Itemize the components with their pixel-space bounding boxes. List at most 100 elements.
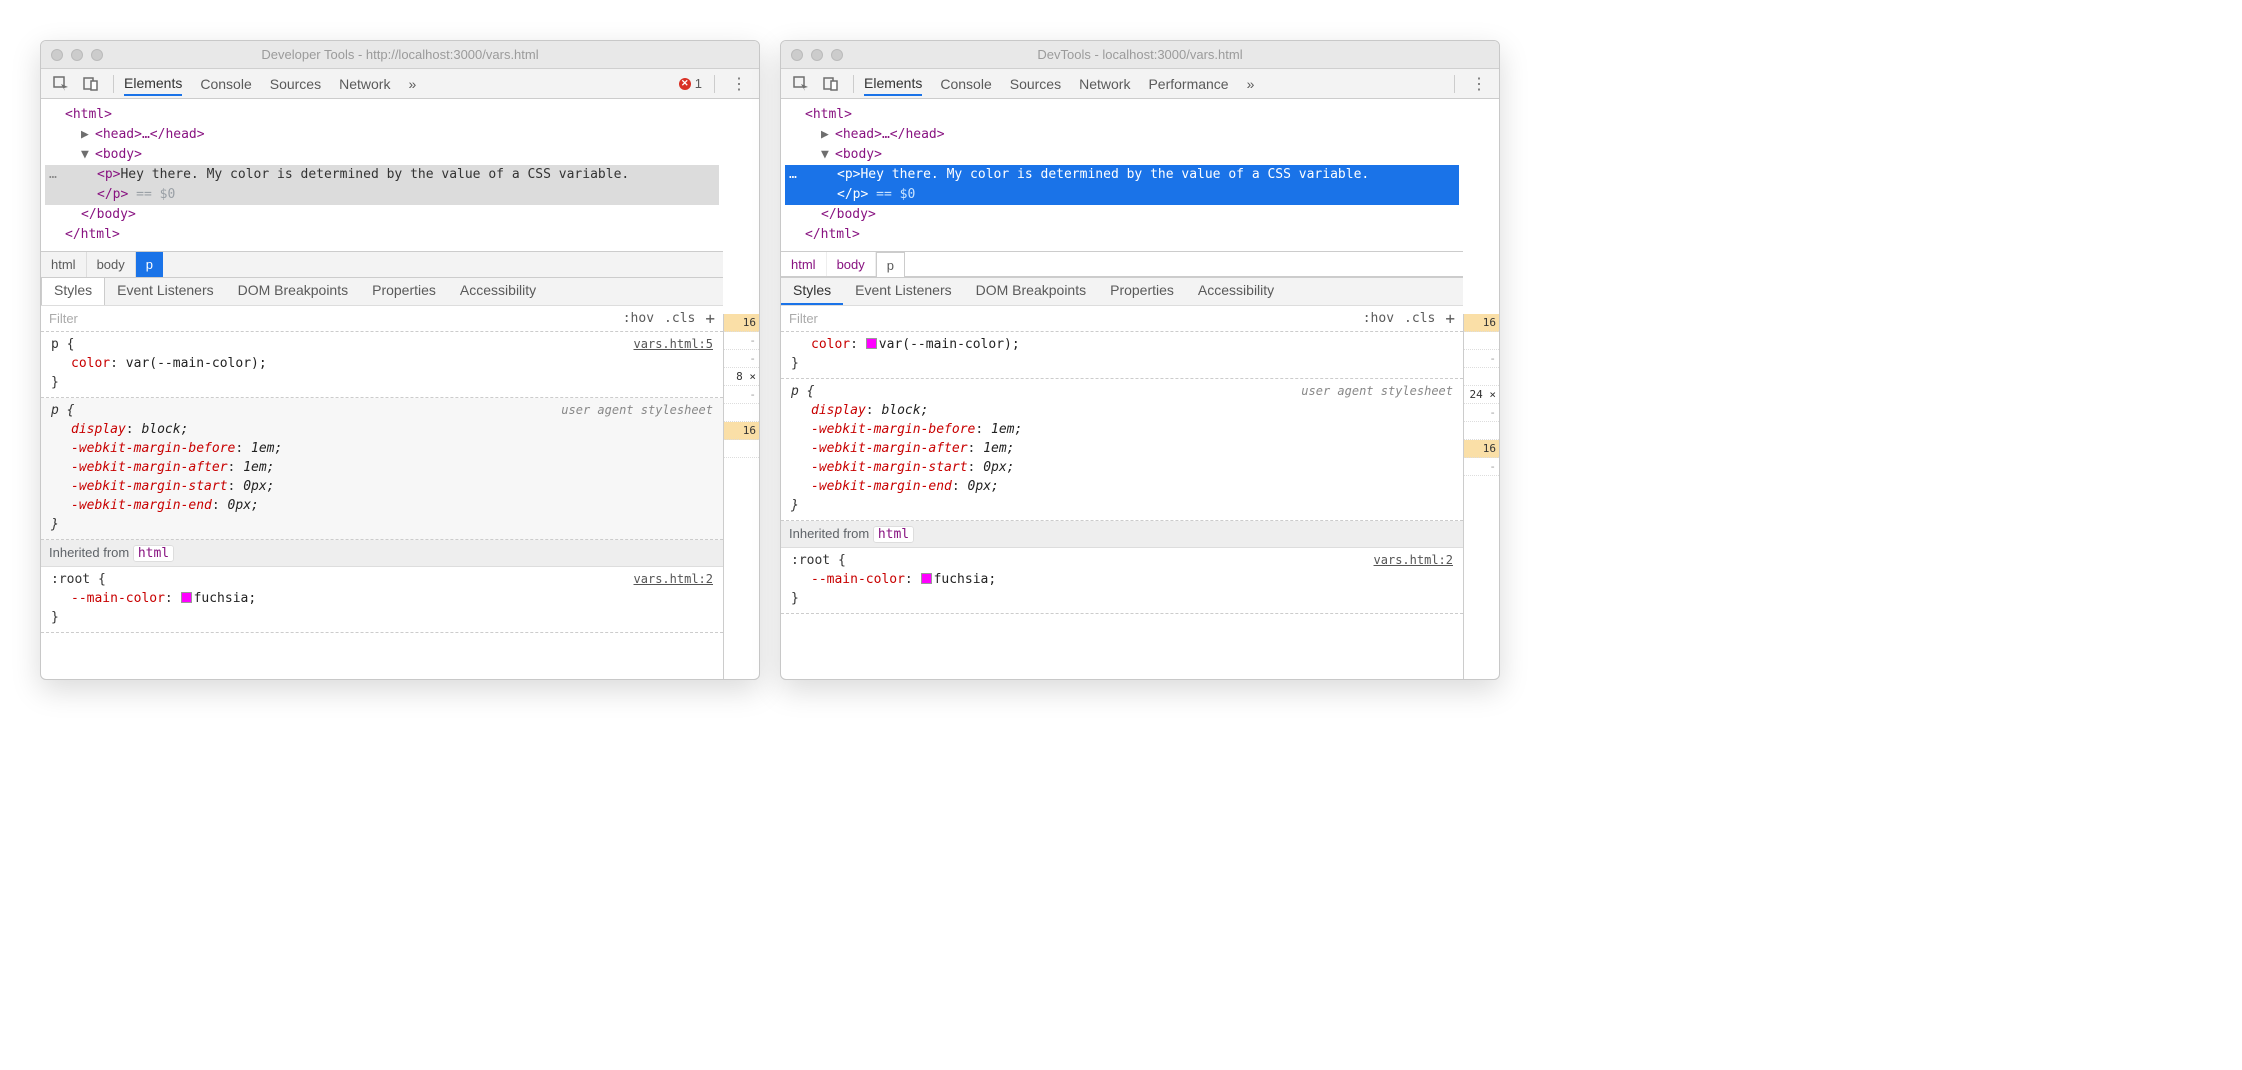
- subtab-properties[interactable]: Properties: [360, 278, 448, 305]
- close-window-icon[interactable]: [51, 49, 63, 61]
- more-tabs-icon[interactable]: »: [1247, 76, 1255, 92]
- dom-node-html[interactable]: <html>: [785, 105, 1459, 125]
- strip-cell: [1464, 368, 1499, 386]
- strip-cell: [1464, 422, 1499, 440]
- crumb-body[interactable]: body: [87, 252, 136, 277]
- subtab-styles[interactable]: Styles: [41, 278, 105, 306]
- dom-node-html[interactable]: <html>: [45, 105, 719, 125]
- style-rule-author[interactable]: vars.html:5 p { color: var(--main-color)…: [41, 332, 723, 398]
- inspect-element-icon[interactable]: [49, 74, 73, 94]
- device-toggle-icon[interactable]: [79, 74, 103, 94]
- tab-network[interactable]: Network: [339, 73, 390, 95]
- source-label: user agent stylesheet: [1301, 382, 1453, 401]
- tab-elements[interactable]: Elements: [124, 72, 182, 96]
- main-toolbar: Elements Console Sources Network Perform…: [781, 69, 1499, 99]
- subtab-styles[interactable]: Styles: [781, 278, 843, 305]
- subtab-dom-breakpoints[interactable]: DOM Breakpoints: [226, 278, 360, 305]
- cls-toggle[interactable]: .cls: [1404, 311, 1435, 326]
- dom-node-body-close[interactable]: </body>: [785, 205, 1459, 225]
- inherited-tag[interactable]: html: [873, 526, 914, 543]
- strip-cell: -: [1464, 458, 1499, 476]
- dom-node-p-selected[interactable]: <p>Hey there. My color is determined by …: [45, 165, 719, 205]
- dom-node-head[interactable]: ▶<head>…</head>: [45, 125, 719, 145]
- new-rule-button[interactable]: +: [1445, 309, 1455, 328]
- style-rule-useragent[interactable]: user agent stylesheet p { display: block…: [41, 398, 723, 540]
- window-title: Developer Tools - http://localhost:3000/…: [41, 47, 759, 62]
- styles-filter-row: :hov .cls +: [781, 305, 1463, 331]
- inspect-element-icon[interactable]: [789, 74, 813, 94]
- dom-node-p-selected[interactable]: <p>Hey there. My color is determined by …: [785, 165, 1459, 205]
- strip-cell: 24 ×: [1464, 386, 1499, 404]
- strip-cell: -: [1464, 350, 1499, 368]
- subtab-event-listeners[interactable]: Event Listeners: [843, 278, 964, 305]
- hov-toggle[interactable]: :hov: [1363, 311, 1394, 326]
- crumb-body[interactable]: body: [827, 252, 876, 276]
- styles-filter-input[interactable]: [49, 311, 613, 326]
- dom-node-html-close[interactable]: </html>: [45, 225, 719, 245]
- styles-pane: color: var(--main-color); } user agent s…: [781, 331, 1463, 679]
- crumb-html[interactable]: html: [41, 252, 87, 277]
- style-rule-root[interactable]: vars.html:2 :root { --main-color: fuchsi…: [781, 548, 1463, 614]
- breadcrumb: html body p: [41, 251, 723, 277]
- style-rule-root[interactable]: vars.html:2 :root { --main-color: fuchsi…: [41, 567, 723, 633]
- titlebar: DevTools - localhost:3000/vars.html: [781, 41, 1499, 69]
- crumb-p-selected[interactable]: p: [136, 252, 163, 277]
- styles-filter-input[interactable]: [789, 311, 1353, 326]
- selection-marker: == $0: [868, 187, 915, 202]
- source-link[interactable]: vars.html:5: [634, 337, 713, 351]
- close-window-icon[interactable]: [791, 49, 803, 61]
- source-label: user agent stylesheet: [561, 401, 713, 420]
- source-link[interactable]: vars.html:2: [634, 572, 713, 586]
- tab-console[interactable]: Console: [940, 73, 991, 95]
- dom-node-html-close[interactable]: </html>: [785, 225, 1459, 245]
- more-tabs-icon[interactable]: »: [408, 76, 416, 92]
- strip-cell: [724, 404, 759, 422]
- tab-network[interactable]: Network: [1079, 73, 1130, 95]
- error-count-badge[interactable]: ✕ 1: [679, 76, 702, 91]
- inherited-tag[interactable]: html: [133, 545, 174, 562]
- selection-marker: == $0: [128, 187, 175, 202]
- minimize-window-icon[interactable]: [811, 49, 823, 61]
- color-swatch-icon[interactable]: [921, 573, 932, 584]
- source-link[interactable]: vars.html:2: [1374, 553, 1453, 567]
- subtab-properties[interactable]: Properties: [1098, 278, 1186, 305]
- tab-console[interactable]: Console: [200, 73, 251, 95]
- style-rule-author[interactable]: color: var(--main-color); }: [781, 332, 1463, 379]
- subtab-accessibility[interactable]: Accessibility: [1186, 278, 1286, 305]
- tab-sources[interactable]: Sources: [270, 73, 321, 95]
- dom-tree[interactable]: <html> ▶<head>…</head> ▼<body> <p>Hey th…: [781, 99, 1463, 251]
- dom-node-body-open[interactable]: ▼<body>: [785, 145, 1459, 165]
- crumb-p-selected[interactable]: p: [876, 252, 905, 277]
- hov-toggle[interactable]: :hov: [623, 311, 654, 326]
- dom-tree[interactable]: <html> ▶<head>…</head> ▼<body> <p>Hey th…: [41, 99, 723, 251]
- device-toggle-icon[interactable]: [819, 74, 843, 94]
- style-rule-useragent[interactable]: user agent stylesheet p { display: block…: [781, 379, 1463, 521]
- strip-cell: -: [724, 386, 759, 404]
- tab-performance[interactable]: Performance: [1148, 73, 1228, 95]
- main-tabs: Elements Console Sources Network »: [124, 72, 673, 96]
- minimize-window-icon[interactable]: [71, 49, 83, 61]
- cls-toggle[interactable]: .cls: [664, 311, 695, 326]
- subtab-accessibility[interactable]: Accessibility: [448, 278, 548, 305]
- subtab-event-listeners[interactable]: Event Listeners: [105, 278, 226, 305]
- styles-pane: vars.html:5 p { color: var(--main-color)…: [41, 331, 723, 679]
- error-icon: ✕: [679, 78, 691, 90]
- titlebar: Developer Tools - http://localhost:3000/…: [41, 41, 759, 69]
- color-swatch-icon[interactable]: [866, 338, 877, 349]
- zoom-window-icon[interactable]: [831, 49, 843, 61]
- dom-node-head[interactable]: ▶<head>…</head>: [785, 125, 1459, 145]
- settings-kebab-icon[interactable]: ⋮: [727, 74, 751, 94]
- subtab-dom-breakpoints[interactable]: DOM Breakpoints: [964, 278, 1098, 305]
- dom-node-body-open[interactable]: ▼<body>: [45, 145, 719, 165]
- traffic-lights: [791, 49, 843, 61]
- tab-elements[interactable]: Elements: [864, 72, 922, 96]
- dom-node-body-close[interactable]: </body>: [45, 205, 719, 225]
- crumb-html[interactable]: html: [781, 252, 827, 276]
- dom-text: Hey there. My color is determined by the…: [120, 167, 629, 182]
- settings-kebab-icon[interactable]: ⋮: [1467, 74, 1491, 94]
- strip-cell: -: [724, 332, 759, 350]
- new-rule-button[interactable]: +: [705, 309, 715, 328]
- tab-sources[interactable]: Sources: [1010, 73, 1061, 95]
- zoom-window-icon[interactable]: [91, 49, 103, 61]
- color-swatch-icon[interactable]: [181, 592, 192, 603]
